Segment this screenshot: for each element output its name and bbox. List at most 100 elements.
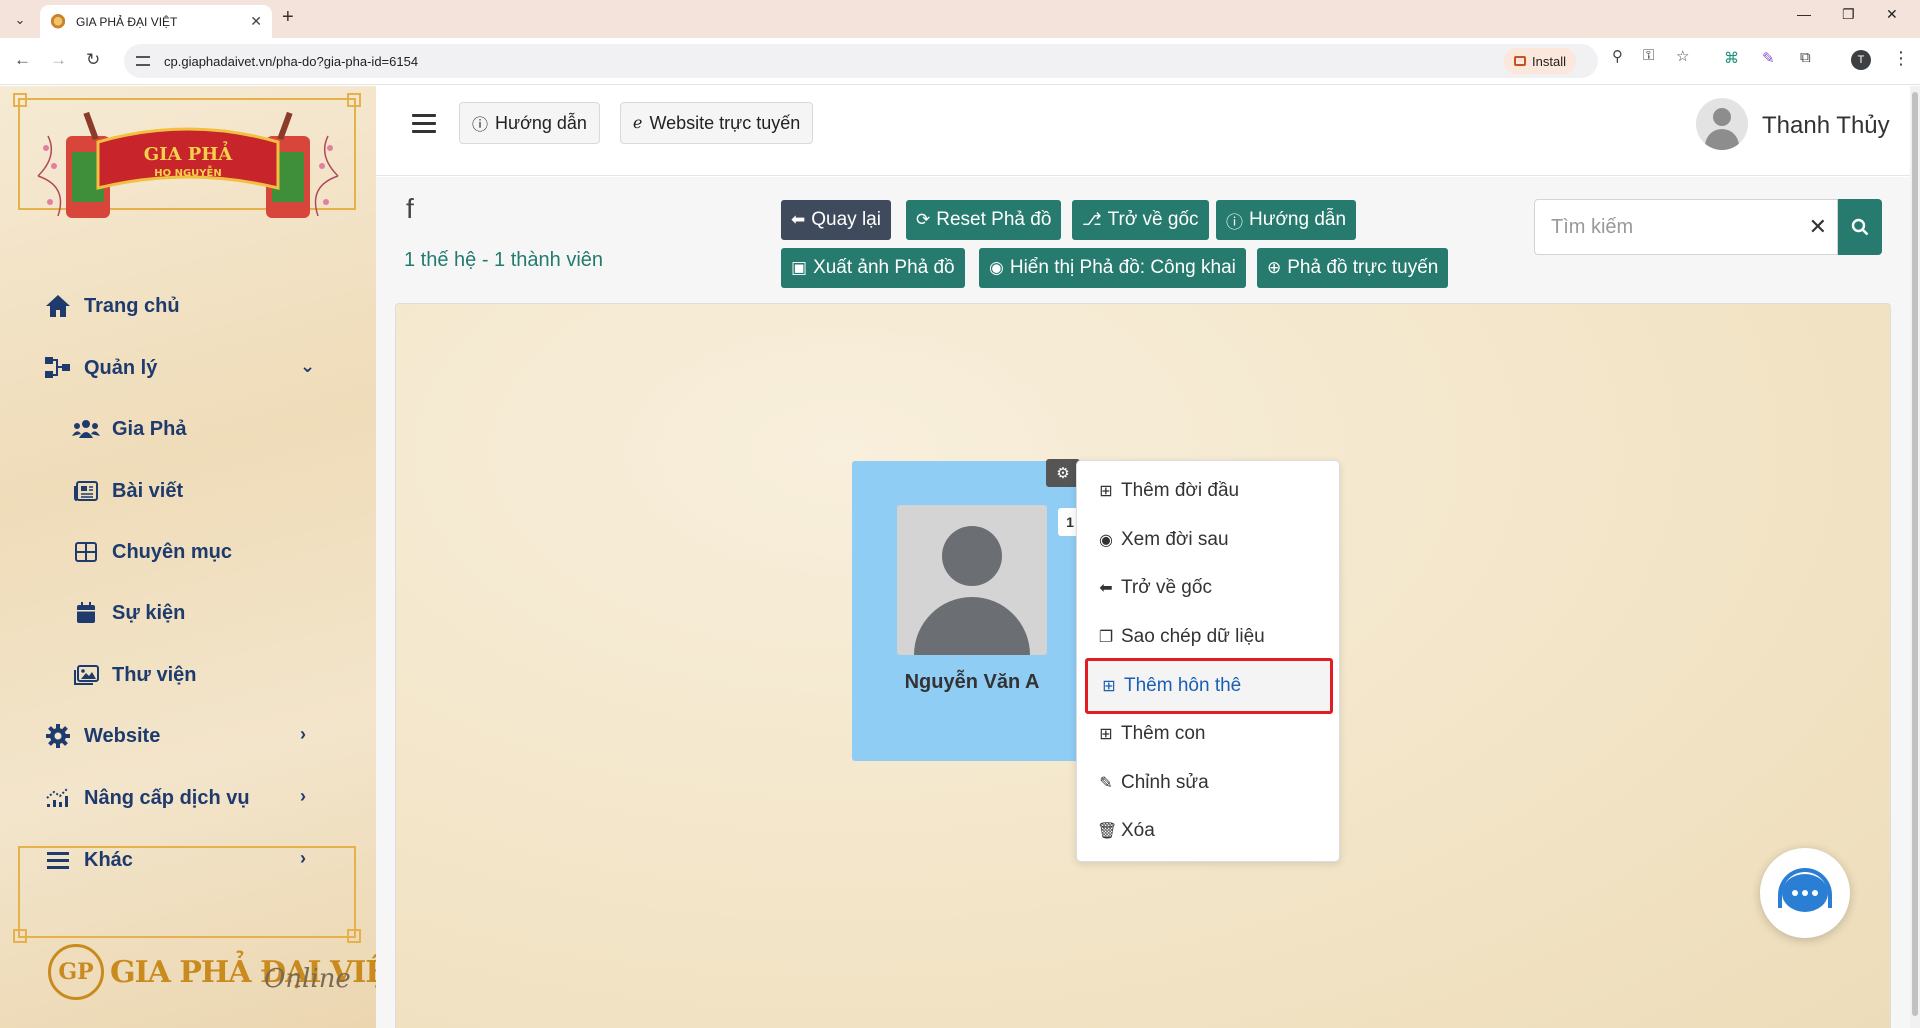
- guide-button[interactable]: ⓘ Hướng dẫn: [459, 102, 600, 144]
- sidebar-item-label: Sự kiện: [112, 601, 186, 624]
- reload-icon[interactable]: ↻: [86, 50, 100, 70]
- brand-gp-mark: GP: [48, 944, 104, 1000]
- website-online-label: Website trực tuyến: [649, 112, 801, 133]
- sidebar-item-label: Trang chủ: [84, 294, 180, 317]
- forward-icon[interactable]: →: [50, 50, 67, 70]
- browser-tab-bar: ⌄ GIA PHẢ ĐẠI VIỆT ✕ + — ❐ ✕: [0, 0, 1920, 38]
- sidebar-item-label: Nâng cấp dịch vụ: [84, 786, 250, 809]
- menu-item-label: Sao chép dữ liệu: [1121, 626, 1265, 647]
- sidebar-item-home[interactable]: Trang chủ: [44, 292, 180, 320]
- edit-icon: ✎: [1099, 775, 1113, 792]
- extension-icon[interactable]: ⌘: [1724, 49, 1739, 67]
- back-to-root-button[interactable]: ⎇ Trở về gốc: [1072, 200, 1209, 240]
- menu-add-child[interactable]: ⊞ Thêm con: [1085, 711, 1333, 757]
- search-input[interactable]: [1551, 215, 1791, 239]
- brand-online: Online: [264, 964, 351, 994]
- menu-item-label: Chỉnh sửa: [1121, 772, 1209, 793]
- chevron-right-icon[interactable]: ›: [300, 786, 306, 807]
- browser-menu-icon[interactable]: ⋮: [1892, 48, 1910, 69]
- sidebar-item-label: Quản lý: [84, 356, 158, 379]
- images-icon: [72, 661, 100, 689]
- scrollbar-thumb[interactable]: [1912, 92, 1918, 1016]
- reset-label: Reset Phả đồ: [936, 209, 1052, 230]
- browser-tab[interactable]: GIA PHẢ ĐẠI VIỆT ✕: [40, 5, 272, 38]
- tab-search-icon[interactable]: ⌄: [8, 8, 32, 32]
- search-icon: [1851, 218, 1869, 236]
- sidebar: GIA PHẢ HỌ NGUYỄN Trang chủ Quản lý ⌄ Gi…: [0, 86, 376, 1028]
- info-icon: ⓘ: [472, 117, 489, 134]
- user-name[interactable]: Thanh Thủy: [1762, 112, 1890, 140]
- sidebar-item-label: Website: [84, 724, 161, 747]
- brand-logo[interactable]: GP GIA PHẢ ĐẠI VIỆT: [48, 944, 409, 1000]
- new-tab-icon[interactable]: +: [282, 6, 294, 29]
- back-button[interactable]: ⬅ Quay lại: [781, 200, 891, 240]
- extensions-puzzle-icon[interactable]: ⧉: [1800, 49, 1811, 66]
- menu-view-descendants[interactable]: ◉ Xem đời sau: [1085, 517, 1333, 563]
- brand-frame: [13, 846, 361, 943]
- chevron-right-icon[interactable]: ›: [300, 724, 306, 745]
- tree-title: f: [406, 193, 414, 224]
- member-avatar-placeholder: [897, 505, 1047, 655]
- brand-name: GIA PHẢ ĐẠI VIỆT: [110, 954, 409, 990]
- top-header: ⓘ Hướng dẫn ℯ Website trực tuyến Thanh T…: [376, 86, 1910, 176]
- back-label: Quay lại: [811, 209, 881, 230]
- sidebar-item-upgrade[interactable]: Nâng cấp dịch vụ: [44, 784, 250, 812]
- sidebar-item-library[interactable]: Thư viện: [72, 661, 197, 689]
- tree-guide-button[interactable]: ⓘ Hướng dẫn: [1216, 200, 1357, 240]
- back-icon[interactable]: ←: [14, 50, 31, 70]
- home-icon: [44, 292, 72, 320]
- member-card[interactable]: Nguyễn Văn A: [852, 461, 1092, 761]
- sidebar-item-posts[interactable]: Bài viết: [72, 477, 183, 505]
- menu-item-label: Thêm đời đầu: [1121, 480, 1240, 501]
- member-name: Nguyễn Văn A: [904, 671, 1040, 693]
- hamburger-menu-icon[interactable]: [412, 114, 436, 138]
- reset-tree-button[interactable]: ⟳ Reset Phả đồ: [906, 200, 1062, 240]
- profile-avatar[interactable]: T: [1851, 50, 1871, 70]
- restore-icon[interactable]: ❐: [1842, 6, 1855, 23]
- export-image-button[interactable]: ▣ Xuất ảnh Phả đồ: [781, 248, 965, 288]
- url-bar[interactable]: cp.giaphadaivet.vn/pha-do?gia-pha-id=615…: [124, 44, 1598, 78]
- menu-add-spouse[interactable]: ⊞ Thêm hôn thê: [1085, 658, 1333, 714]
- menu-item-label: Thêm con: [1121, 723, 1206, 744]
- menu-item-label: Xem đời sau: [1121, 529, 1229, 550]
- sidebar-item-events[interactable]: Sự kiện: [72, 599, 185, 627]
- bookmark-star-icon[interactable]: ☆: [1676, 47, 1689, 65]
- clear-search-icon[interactable]: ✕: [1809, 214, 1827, 240]
- newspaper-icon: [72, 477, 100, 505]
- tab-close-icon[interactable]: ✕: [250, 13, 262, 30]
- family-logo[interactable]: GIA PHẢ HỌ NGUYỄN: [28, 106, 348, 236]
- search-button[interactable]: [1838, 199, 1882, 255]
- search-box: ✕: [1534, 199, 1838, 255]
- tree-guide-label: Hướng dẫn: [1249, 209, 1347, 230]
- page-scrollbar[interactable]: [1910, 86, 1920, 1028]
- menu-add-first-generation[interactable]: ⊞ Thêm đời đầu: [1085, 468, 1333, 514]
- chevron-down-icon[interactable]: ⌄: [300, 356, 315, 377]
- user-avatar[interactable]: [1696, 98, 1748, 150]
- visibility-button[interactable]: ◉ Hiển thị Phả đồ: Công khai: [979, 248, 1246, 288]
- menu-copy-data[interactable]: ❐ Sao chép dữ liệu: [1085, 614, 1333, 660]
- plus-square-icon: ⊞: [1102, 678, 1116, 695]
- close-window-icon[interactable]: ✕: [1886, 6, 1898, 23]
- sidebar-item-management[interactable]: Quản lý: [44, 354, 157, 382]
- arrow-left-icon: ⬅: [1099, 580, 1113, 597]
- sidebar-item-categories[interactable]: Chuyên mục: [72, 538, 232, 566]
- support-chat-button[interactable]: [1760, 848, 1850, 938]
- menu-back-to-root[interactable]: ⬅ Trở về gốc: [1085, 565, 1333, 611]
- member-settings-gear-icon[interactable]: ⚙: [1046, 459, 1080, 487]
- install-button[interactable]: Install: [1504, 48, 1576, 74]
- sidebar-item-website[interactable]: Website: [44, 722, 160, 750]
- online-tree-button[interactable]: ⊕ Phả đồ trực tuyến: [1257, 248, 1449, 288]
- zoom-icon[interactable]: ⚲: [1612, 47, 1623, 65]
- pen-extension-icon[interactable]: ✎: [1762, 49, 1775, 67]
- address-bar: ← → ↻ cp.giaphadaivet.vn/pha-do?gia-pha-…: [0, 38, 1920, 85]
- minimize-icon[interactable]: —: [1797, 6, 1811, 22]
- info-icon: ⓘ: [1226, 212, 1243, 232]
- image-icon: ▣: [791, 258, 808, 277]
- menu-edit[interactable]: ✎ Chỉnh sửa: [1085, 760, 1333, 806]
- password-key-icon[interactable]: ⚿: [1643, 47, 1654, 64]
- site-info-icon[interactable]: [136, 56, 150, 66]
- sidebar-item-family-tree[interactable]: Gia Phả: [72, 415, 186, 443]
- website-online-button[interactable]: ℯ Website trực tuyến: [620, 102, 814, 144]
- tab-title: GIA PHẢ ĐẠI VIỆT: [76, 14, 178, 29]
- menu-delete[interactable]: 🗑 Xóa: [1085, 808, 1333, 854]
